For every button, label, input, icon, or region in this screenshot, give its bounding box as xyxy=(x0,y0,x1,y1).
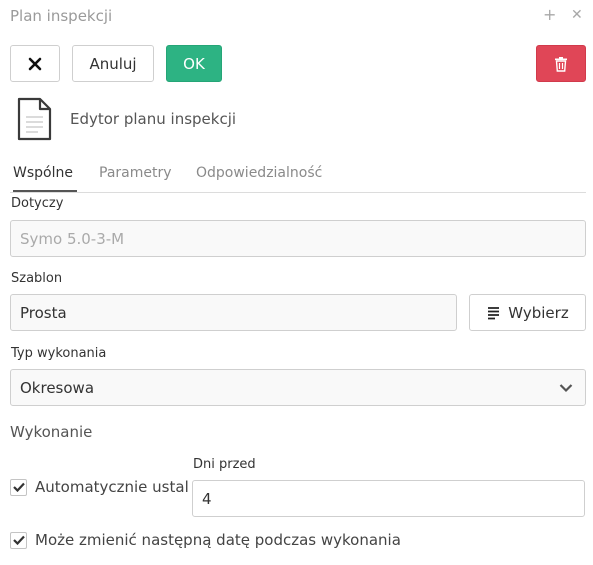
change-date-label: Może zmienić następną datę podczas wykon… xyxy=(35,531,401,549)
ok-button[interactable]: OK xyxy=(166,45,222,82)
concerns-value: Symo 5.0-3-M xyxy=(20,229,125,248)
template-field[interactable]: Prosta xyxy=(10,294,457,331)
plus-icon[interactable]: + xyxy=(543,5,556,25)
tab-bar: Wspólne Parametry Odpowiedzialność xyxy=(10,155,586,193)
execution-section-heading: Wykonanie xyxy=(10,423,93,441)
trash-icon xyxy=(555,56,567,72)
execution-type-label: Typ wykonania xyxy=(11,346,107,361)
change-date-checkbox[interactable] xyxy=(10,531,27,549)
editor-title: Edytor planu inspekcji xyxy=(70,110,237,128)
execution-type-select[interactable]: Okresowa xyxy=(10,369,586,406)
x-icon xyxy=(28,57,42,70)
auto-set-checkbox-row[interactable]: Automatycznie ustal xyxy=(10,478,189,496)
checkmark-icon xyxy=(12,535,25,545)
auto-set-checkbox[interactable] xyxy=(10,478,27,496)
concerns-label: Dotyczy xyxy=(11,196,64,211)
close-icon[interactable]: ✕ xyxy=(571,5,583,25)
close-button[interactable] xyxy=(10,45,60,82)
tab-common[interactable]: Wspólne xyxy=(13,165,77,192)
chevron-down-icon xyxy=(559,384,573,393)
select-template-label: Wybierz xyxy=(508,303,569,322)
days-before-input[interactable]: 4 xyxy=(192,480,585,517)
template-value: Prosta xyxy=(20,303,67,322)
window-title: Plan inspekcji xyxy=(10,7,113,25)
change-date-checkbox-row[interactable]: Może zmienić następną datę podczas wykon… xyxy=(10,531,401,549)
template-label: Szablon xyxy=(11,271,63,286)
document-icon xyxy=(17,97,52,141)
days-before-label: Dni przed xyxy=(193,457,256,472)
delete-button[interactable] xyxy=(536,45,586,82)
cancel-button[interactable]: Anuluj xyxy=(72,45,154,82)
title-bar: Plan inspekcji + ✕ xyxy=(0,0,593,32)
list-icon xyxy=(488,306,500,319)
select-template-button[interactable]: Wybierz xyxy=(469,294,586,331)
tab-responsibility[interactable]: Odpowiedzialność xyxy=(196,165,322,192)
auto-set-label: Automatycznie ustal xyxy=(35,478,189,496)
concerns-field: Symo 5.0-3-M xyxy=(10,220,586,257)
days-before-value: 4 xyxy=(202,489,212,508)
tab-parameters[interactable]: Parametry xyxy=(99,165,172,192)
checkmark-icon xyxy=(12,482,25,492)
execution-type-value: Okresowa xyxy=(20,378,95,397)
